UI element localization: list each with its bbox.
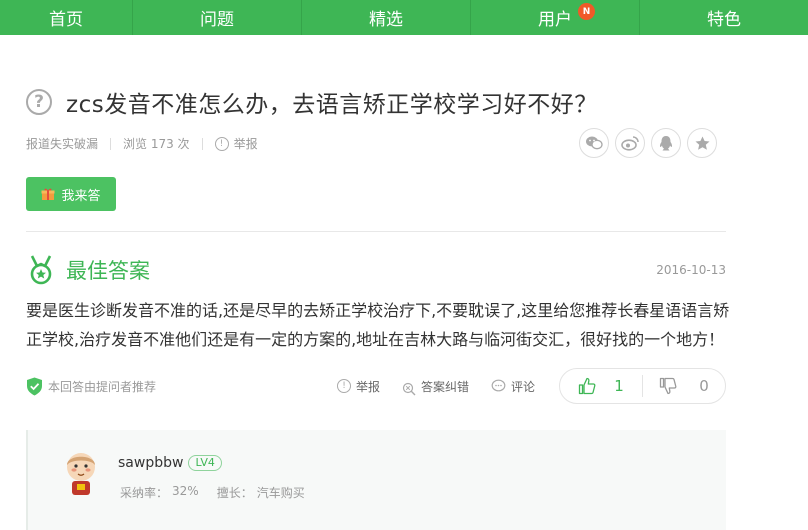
meta-divider [110,137,112,150]
report-question-link[interactable]: ! 举报 [214,135,258,152]
weibo-icon[interactable] [615,128,645,158]
report-answer-label: 举报 [356,379,381,394]
asker-name[interactable]: 报道失实破漏 [26,135,98,152]
skill-value[interactable]: 汽车购买 [257,484,305,501]
wechat-icon[interactable] [579,128,609,158]
nav-featured-label: 精选 [369,10,403,30]
question-header: ? zcs发音不准怎么办，去语言矫正学校学习好不好？ [26,85,598,119]
alert-icon: ! [214,136,229,151]
share-bar [579,128,717,158]
shield-check-icon [27,377,42,395]
level-badge: LV4 [188,455,222,471]
report-label: 举报 [233,137,258,151]
favorite-icon[interactable] [687,128,717,158]
best-answer-text: 要是医生诊断发音不准的话,还是尽早的去矫正学校治疗下,不要耽误了,这里给您推荐长… [26,301,730,349]
nav-questions[interactable]: 问题 [133,0,302,35]
qq-icon[interactable] [651,128,681,158]
vote-box: 1 0 [559,368,726,404]
nav-special-label: 特色 [707,10,741,30]
comment-label: 评论 [511,379,536,394]
adoption-label: 采纳率： [120,486,169,500]
nav-featured[interactable]: 精选 [302,0,471,35]
skill-label: 擅长： [216,486,253,500]
answerer-name[interactable]: sawpbbw [118,455,183,471]
alert-icon: ! [337,379,351,393]
nav-special[interactable]: 特色 [640,0,808,35]
medal-icon [30,255,52,285]
best-answer-heading: 最佳答案 [66,259,150,283]
correct-answer-link[interactable]: 答案纠错 [402,376,469,396]
answer-actions: 本回答由提问者推荐 ! 举报 答案纠错 评论 1 0 [26,368,726,404]
upvote-count: 1 [614,377,624,395]
nav-home-label: 首页 [49,10,83,30]
recommended-label: 本回答由提问者推荐 [48,379,157,394]
question-mark-icon: ? [26,89,52,115]
top-nav: 首页 问题 精选 用户 N 特色 [0,0,808,35]
nav-users-label: 用户 [538,10,572,30]
answerer-stats: 采纳率： 32% 擅长： 汽车购买 [120,484,309,501]
nav-questions-label: 问题 [200,10,234,30]
best-answer-header: 最佳答案 2016-10-13 [26,255,726,285]
correct-answer-label: 答案纠错 [421,379,470,394]
gift-icon [41,188,55,200]
answer-button-label: 我来答 [61,188,101,204]
nav-users[interactable]: 用户 N [471,0,640,35]
section-divider [26,231,726,232]
answerer-card: sawpbbw LV4 采纳率： 32% 擅长： 汽车购买 [26,430,726,530]
downvote-button[interactable]: 0 [643,377,725,395]
upvote-button[interactable]: 1 [560,377,642,395]
meta-divider [201,137,203,150]
view-count: 浏览 173 次 [123,137,190,151]
new-badge: N [578,3,595,20]
comment-link[interactable]: 评论 [491,378,535,395]
report-answer-link[interactable]: ! 举报 [337,378,380,395]
magnifier-x-icon [402,382,416,396]
adoption-value: 32% [172,484,199,498]
thumbs-down-icon [660,377,677,395]
answerer-name-row: sawpbbw LV4 [118,455,222,471]
question-title: zcs发音不准怎么办，去语言矫正学校学习好不好？ [66,92,598,118]
comment-icon [491,379,506,392]
thumbs-up-icon [579,377,596,395]
answer-date: 2016-10-13 [656,263,726,277]
recommended-note: 本回答由提问者推荐 [26,377,156,396]
question-meta: 报道失实破漏 浏览 173 次 ! 举报 [26,135,258,152]
nav-home[interactable]: 首页 [0,0,133,35]
downvote-count: 0 [699,377,709,395]
answer-button[interactable]: 我来答 [26,177,116,211]
avatar[interactable] [58,448,104,498]
answer-links: ! 举报 答案纠错 评论 [337,376,557,396]
